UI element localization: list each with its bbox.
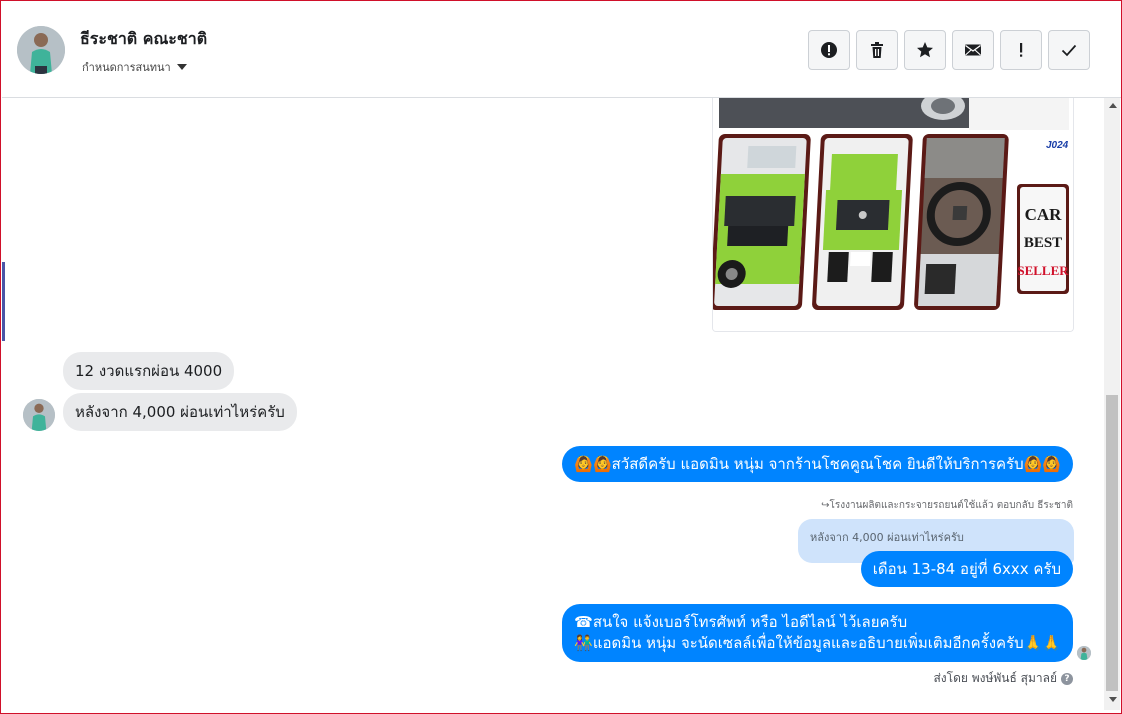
trash-icon [871, 42, 883, 58]
conversation-header: ธีระชาติ คณะชาติ กำหนดการสนทนา [2, 2, 1121, 98]
envelope-icon [965, 44, 981, 56]
seen-avatar [1077, 646, 1091, 660]
sent-by-label: ส่งโดย พงษ์พันธ์ สุมาลย์ ? [933, 669, 1073, 688]
scroll-down-arrow-icon[interactable] [1109, 697, 1117, 702]
car-photo-collage: J024 CAR BEST SELLER [713, 98, 1073, 331]
scroll-up-arrow-icon[interactable] [1109, 103, 1117, 108]
sign-line-2: BEST [1024, 235, 1062, 251]
mark-unread-button[interactable] [952, 30, 994, 70]
outgoing-message[interactable]: 🙆🙆สวัสดีครับ แอดมิน หนุ่ม จากร้านโชคคูณโ… [562, 446, 1073, 482]
message-line: 👫แอดมิน หนุ่ม จะนัดเซลล์เพื่อให้ข้อมูลแล… [574, 634, 1061, 652]
message-line: ☎สนใจ แจ้งเบอร์โทรศัพท์ หรือ ไอดีไลน์ ไว… [574, 613, 908, 631]
mark-spam-button[interactable] [808, 30, 850, 70]
sign-line-1: CAR [1025, 205, 1063, 224]
spam-icon [821, 42, 837, 58]
sender-avatar [23, 399, 55, 431]
mark-done-button[interactable] [1048, 30, 1090, 70]
star-button[interactable] [904, 30, 946, 70]
outgoing-message[interactable]: ☎สนใจ แจ้งเบอร์โทรศัพท์ หรือ ไอดีไลน์ ไว… [562, 604, 1073, 662]
messenger-window: ธีระชาติ คณะชาติ กำหนดการสนทนา J024 CAR … [0, 0, 1122, 714]
listing-badge: J024 [1046, 140, 1069, 151]
reply-indicator: ↪โรงงานผลิตและกระจายรถยนต์ใช้แล้ว ตอบกลั… [821, 500, 1073, 511]
sent-by-text: ส่งโดย พงษ์พันธ์ สุมาลย์ [933, 671, 1057, 685]
star-icon [917, 42, 933, 58]
delete-button[interactable] [856, 30, 898, 70]
contact-avatar[interactable] [17, 26, 65, 74]
image-attachment[interactable]: J024 CAR BEST SELLER [712, 98, 1074, 332]
conversation-toolbar [808, 30, 1090, 70]
follow-up-button[interactable] [1000, 30, 1042, 70]
scrollbar-thumb[interactable] [1106, 395, 1118, 691]
contact-name: ธีระชาติ คณะชาติ [80, 29, 208, 48]
sign-line-3: SELLER [1017, 263, 1069, 278]
check-icon [1061, 44, 1077, 57]
help-icon[interactable]: ? [1061, 672, 1073, 685]
exclamation-icon [1020, 43, 1023, 57]
incoming-message[interactable]: หลังจาก 4,000 ผ่อนเท่าไหร่ครับ [63, 393, 297, 431]
selection-indicator [2, 262, 5, 341]
assign-conversation-dropdown[interactable]: กำหนดการสนทนา [82, 58, 187, 76]
incoming-message[interactable]: 12 งวดแรกผ่อน 4000 [63, 352, 235, 390]
caret-down-icon [176, 64, 187, 70]
outgoing-message[interactable]: เดือน 13-84 อยู่ที่ 6xxx ครับ [860, 551, 1073, 587]
assign-conversation-label: กำหนดการสนทนา [82, 61, 171, 74]
